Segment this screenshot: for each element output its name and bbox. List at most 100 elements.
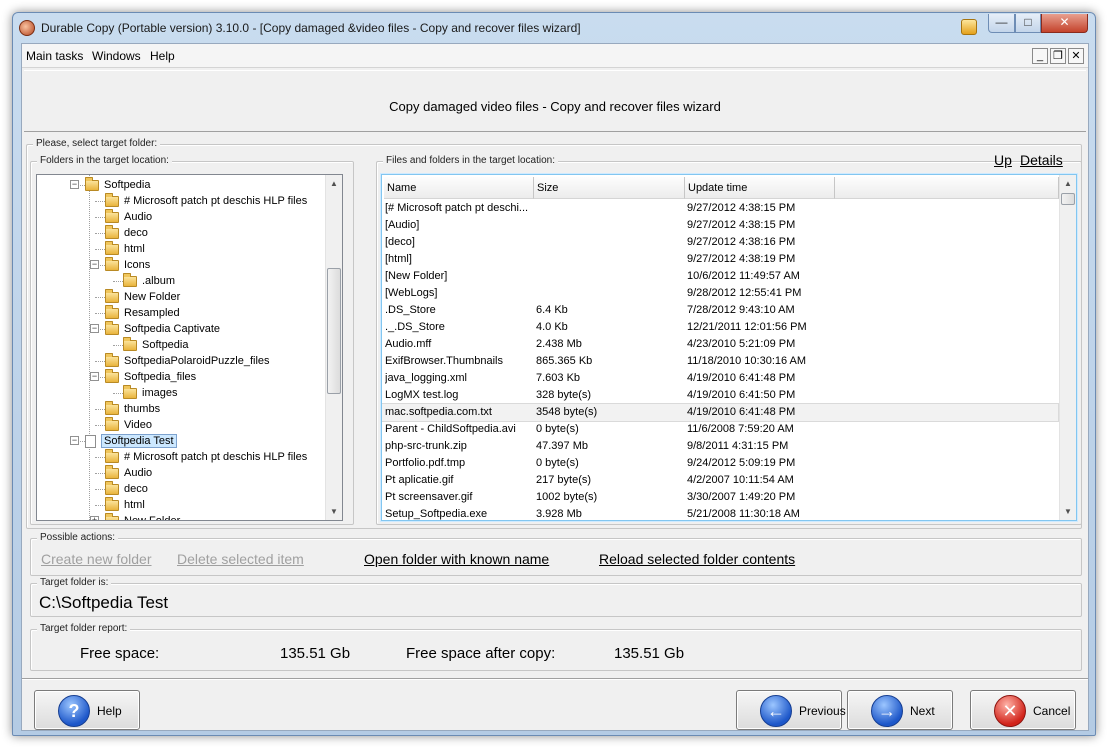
- tree-branch-line: [95, 425, 105, 426]
- maximize-button[interactable]: □: [1015, 14, 1041, 33]
- menu-help[interactable]: Help: [150, 49, 175, 63]
- file-row[interactable]: [WebLogs] 9/28/2012 12:55:41 PM: [382, 285, 1058, 302]
- tree-item[interactable]: deco: [95, 480, 148, 497]
- tree-item-label: Video: [124, 419, 152, 431]
- file-time-cell: 3/30/2007 1:49:20 PM: [687, 491, 796, 503]
- collapse-icon[interactable]: −: [90, 260, 99, 269]
- tree-item[interactable]: thumbs: [95, 400, 161, 417]
- tree-item[interactable]: # Microsoft patch pt deschis HLP files: [95, 192, 307, 209]
- possible-actions-label: Possible actions:: [37, 532, 119, 543]
- next-button[interactable]: → Next: [847, 690, 953, 730]
- tree-item[interactable]: New Folder: [95, 288, 180, 305]
- file-row[interactable]: [New Folder] 10/6/2012 11:49:57 AM: [382, 268, 1058, 285]
- scroll-up-arrow-icon[interactable]: ▲: [326, 175, 342, 192]
- tree-branch-line: [95, 249, 105, 250]
- file-time-cell: 4/2/2007 10:11:54 AM: [687, 474, 794, 486]
- tree-item[interactable]: Video: [95, 416, 152, 433]
- file-time-cell: 10/6/2012 11:49:57 AM: [687, 270, 800, 282]
- target-report-group: Target folder report:: [30, 623, 1082, 671]
- scrollbar-thumb[interactable]: [327, 268, 341, 394]
- tree-item[interactable]: − Icons: [90, 256, 150, 273]
- tree-guide-line: [89, 175, 90, 520]
- tree-item[interactable]: Audio: [95, 208, 152, 225]
- create-folder-link[interactable]: Create new folder: [41, 551, 152, 567]
- tree-item[interactable]: − Softpedia Captivate: [90, 320, 220, 337]
- mdi-minimize-button[interactable]: _: [1032, 48, 1048, 64]
- file-row[interactable]: .DS_Store 6.4 Kb 7/28/2012 9:43:10 AM: [382, 302, 1058, 319]
- folder-icon: [123, 336, 137, 351]
- tree-item[interactable]: html: [95, 240, 145, 257]
- scrollbar-thumb[interactable]: [1061, 193, 1075, 205]
- file-row[interactable]: [Audio] 9/27/2012 4:38:15 PM: [382, 217, 1058, 234]
- mdi-restore-button[interactable]: ❐: [1050, 48, 1066, 64]
- tree-item[interactable]: Resampled: [95, 304, 180, 321]
- file-row[interactable]: ExifBrowser.Thumbnails 865.365 Kb 11/18/20…: [382, 353, 1058, 370]
- collapse-icon[interactable]: −: [90, 372, 99, 381]
- title-bar[interactable]: Durable Copy (Portable version) 3.10.0 -…: [13, 13, 1095, 43]
- scroll-down-arrow-icon[interactable]: ▼: [326, 503, 342, 520]
- tree-item-label: thumbs: [124, 403, 161, 415]
- tree-item[interactable]: .album: [113, 272, 175, 289]
- tree-item[interactable]: # Microsoft patch pt deschis HLP files: [95, 448, 307, 465]
- close-button[interactable]: ✕: [1041, 14, 1088, 33]
- cancel-button[interactable]: ✕ Cancel: [970, 690, 1076, 730]
- previous-button[interactable]: ← Previous: [736, 690, 846, 730]
- tree-item[interactable]: Audio: [95, 464, 152, 481]
- file-row[interactable]: java_logging.xml 7.603 Kb 4/19/2010 6:41:4…: [382, 370, 1058, 387]
- file-row[interactable]: Audio.mff 2.438 Mb 4/23/2010 5:21:09 PM: [382, 336, 1058, 353]
- file-row[interactable]: php-src-trunk.zip 47.397 Mb 9/8/2011 4:31:…: [382, 438, 1058, 455]
- file-row[interactable]: Pt screensaver.gif 1002 byte(s) 3/30/2007 …: [382, 489, 1058, 506]
- file-row[interactable]: LogMX test.log 328 byte(s) 4/19/2010 6:41:…: [382, 387, 1058, 404]
- minimize-button[interactable]: —: [988, 14, 1015, 33]
- file-row[interactable]: ._.DS_Store 4.0 Kb 12/21/2011 12:01:56 PM: [382, 319, 1058, 336]
- details-link[interactable]: Details: [1020, 152, 1063, 168]
- collapse-icon[interactable]: −: [90, 324, 99, 333]
- tree-item-label: Softpedia Test: [101, 434, 177, 448]
- file-row[interactable]: Pt aplicatie.gif 217 byte(s) 4/2/2007 10:1…: [382, 472, 1058, 489]
- folder-icon: [105, 288, 119, 303]
- collapse-icon[interactable]: −: [70, 180, 79, 189]
- file-row[interactable]: Portfolio.pdf.tmp 0 byte(s) 9/24/2012 5:09…: [382, 455, 1058, 472]
- file-row[interactable]: Setup_Softpedia.exe 3.928 Mb 5/21/2008 11:…: [382, 506, 1058, 520]
- tree-item-label: Resampled: [124, 307, 180, 319]
- tree-item[interactable]: − Softpedia: [70, 176, 150, 193]
- file-row[interactable]: mac.softpedia.com.txt 3548 byte(s) 4/19/20…: [382, 403, 1059, 422]
- file-row[interactable]: [# Microsoft patch pt deschi... 9/27/2012…: [382, 200, 1058, 217]
- tree-item[interactable]: html: [95, 496, 145, 513]
- file-row[interactable]: Parent - ChildSoftpedia.avi 0 byte(s) 11/6…: [382, 421, 1058, 438]
- open-folder-link[interactable]: Open folder with known name: [364, 551, 549, 567]
- tree-item[interactable]: − Softpedia_files: [90, 368, 196, 385]
- target-report-label: Target folder report:: [37, 623, 131, 634]
- collapse-icon[interactable]: −: [70, 436, 79, 445]
- tree-item[interactable]: Softpedia: [113, 336, 188, 353]
- tree-item[interactable]: − Softpedia Test: [70, 433, 177, 449]
- tree-item[interactable]: + New Folder: [90, 512, 180, 520]
- column-header-name[interactable]: Name: [384, 177, 534, 199]
- up-link[interactable]: Up: [994, 152, 1012, 168]
- reload-folder-link[interactable]: Reload selected folder contents: [599, 551, 795, 567]
- scroll-up-arrow-icon[interactable]: ▲: [1060, 175, 1076, 192]
- column-header-size[interactable]: Size: [534, 177, 685, 199]
- column-header-update-time[interactable]: Update time: [685, 177, 835, 199]
- next-button-label: Next: [910, 704, 935, 718]
- menu-windows[interactable]: Windows: [92, 49, 141, 63]
- file-row[interactable]: [html] 9/27/2012 4:38:19 PM: [382, 251, 1058, 268]
- files-vertical-scrollbar[interactable]: ▲ ▼: [1059, 175, 1076, 520]
- tree-vertical-scrollbar[interactable]: ▲ ▼: [325, 175, 342, 520]
- file-time-cell: 11/18/2010 10:30:16 AM: [687, 355, 807, 367]
- folder-tree[interactable]: − Softpedia # Microsoft patch pt deschis H…: [36, 174, 343, 521]
- tree-item[interactable]: images: [113, 384, 177, 401]
- files-list[interactable]: Name Size Update time [# Microsoft patch…: [381, 174, 1077, 521]
- file-time-cell: 9/27/2012 4:38:16 PM: [687, 236, 796, 248]
- mdi-close-button[interactable]: ✕: [1068, 48, 1084, 64]
- file-row[interactable]: [deco] 9/27/2012 4:38:16 PM: [382, 234, 1058, 251]
- tree-item[interactable]: SoftpediaPolaroidPuzzle_files: [95, 352, 270, 369]
- wizard-title: Copy damaged video files - Copy and reco…: [389, 99, 721, 114]
- scroll-down-arrow-icon[interactable]: ▼: [1060, 503, 1076, 520]
- menu-main-tasks[interactable]: Main tasks: [26, 49, 83, 63]
- delete-item-link[interactable]: Delete selected item: [177, 551, 304, 567]
- titlebar-extra-icon[interactable]: [961, 19, 977, 35]
- help-button[interactable]: ? Help: [34, 690, 140, 730]
- tree-item[interactable]: deco: [95, 224, 148, 241]
- expand-icon[interactable]: +: [90, 516, 99, 520]
